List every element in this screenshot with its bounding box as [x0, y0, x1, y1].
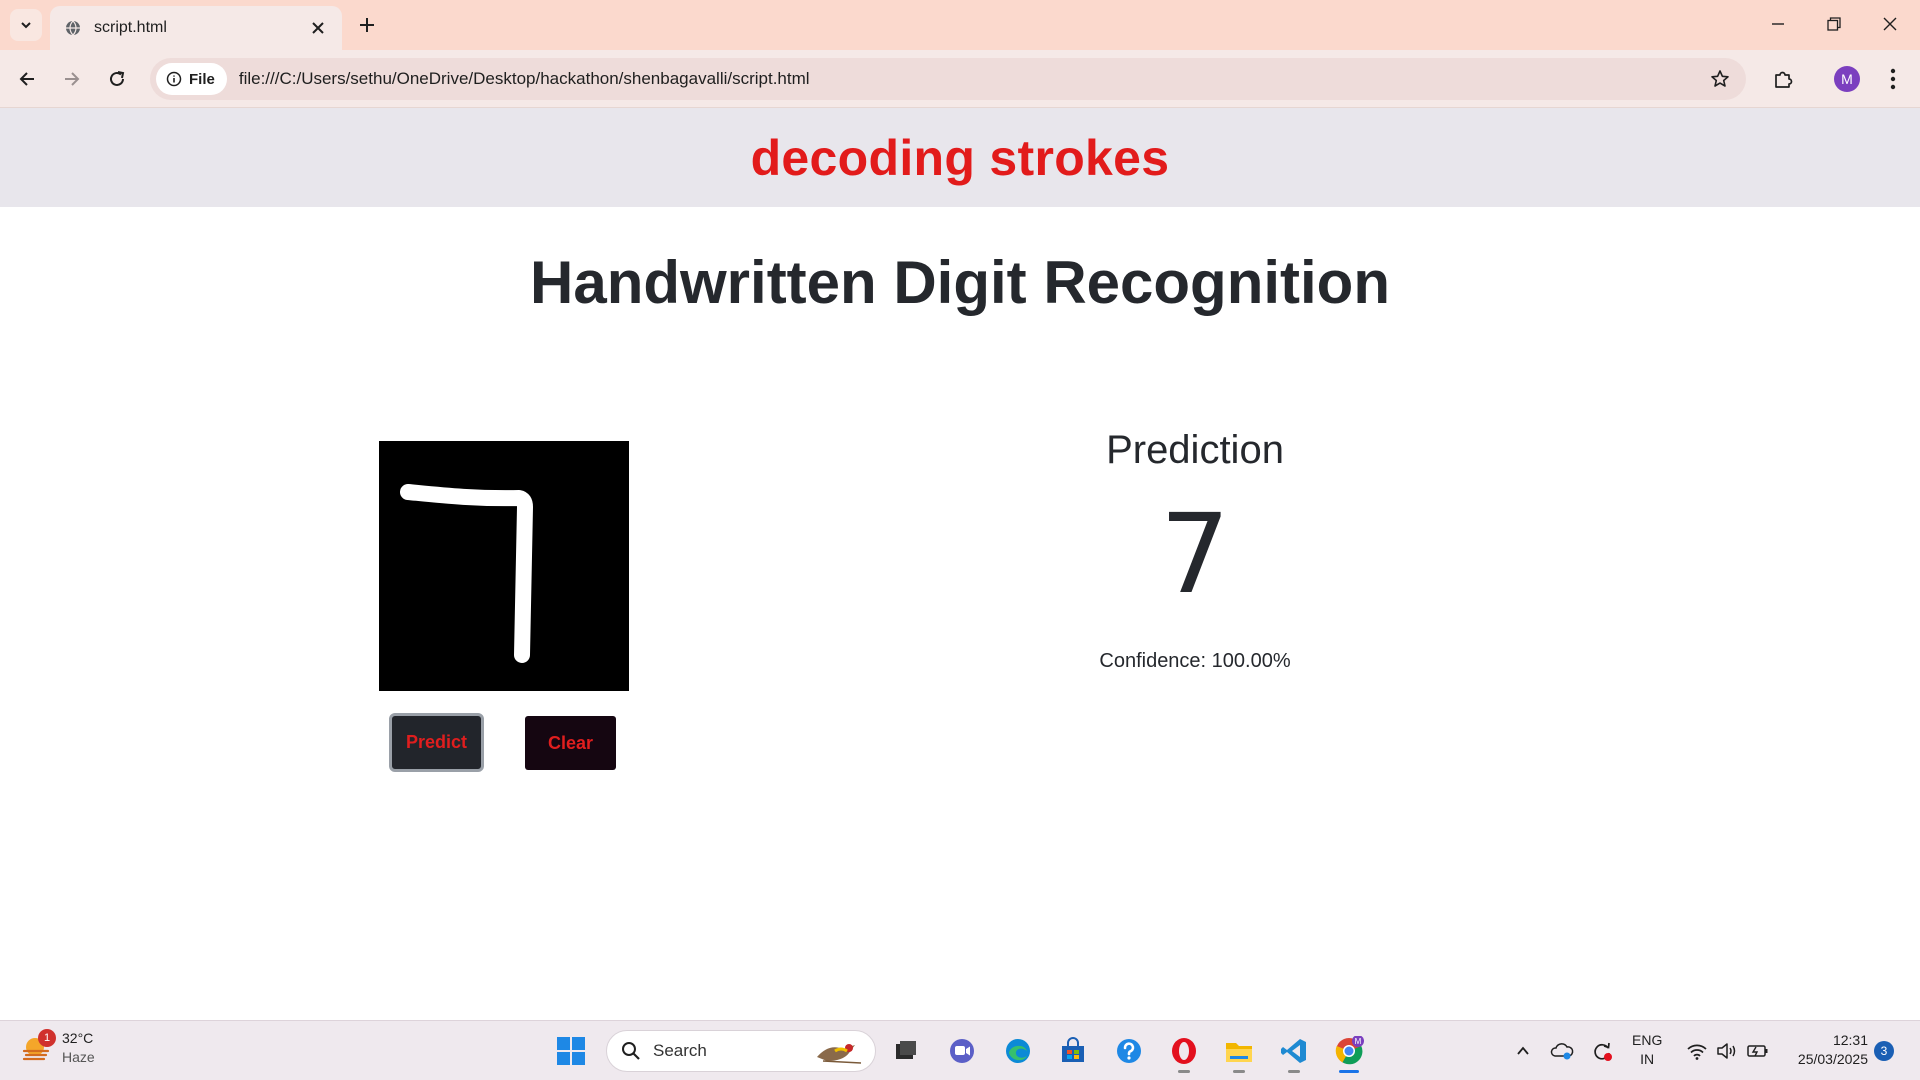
minimize-button[interactable] — [1750, 0, 1806, 48]
arrow-left-icon — [19, 72, 34, 86]
extensions-button[interactable] — [1766, 62, 1800, 96]
close-tab-icon[interactable] — [308, 18, 328, 38]
clock-date: 25/03/2025 — [1797, 1051, 1868, 1067]
kebab-menu-icon — [1890, 68, 1896, 90]
bird-illustration-icon — [813, 1037, 865, 1067]
volume-icon[interactable] — [1714, 1031, 1740, 1071]
reload-button[interactable] — [100, 62, 134, 96]
store-icon[interactable] — [1053, 1031, 1093, 1071]
page-header: decoding strokes — [0, 108, 1920, 207]
reload-icon — [110, 71, 125, 86]
teams-icon[interactable] — [942, 1031, 982, 1071]
minimize-icon — [1772, 23, 1784, 25]
back-button[interactable] — [10, 62, 44, 96]
plus-icon — [360, 18, 374, 32]
drawing-canvas[interactable] — [379, 441, 629, 691]
chevron-down-icon — [21, 22, 31, 29]
brand-title: decoding strokes — [750, 129, 1170, 186]
site-scheme-label: File — [189, 70, 215, 88]
weather-widget[interactable]: 1 32°C Haze — [22, 1029, 95, 1067]
browser-menu-button[interactable] — [1880, 62, 1906, 96]
running-indicator — [1178, 1070, 1190, 1073]
confidence-text: Confidence: 100.00% — [1099, 650, 1291, 672]
clear-button[interactable]: Clear — [525, 716, 616, 770]
clock-time: 12:31 — [1832, 1032, 1868, 1048]
onedrive-sync-icon[interactable] — [1548, 1031, 1576, 1071]
start-button[interactable] — [556, 1036, 586, 1066]
edge-icon[interactable] — [998, 1031, 1038, 1071]
task-view-icon[interactable] — [886, 1031, 926, 1071]
digit-seven-stroke — [400, 484, 533, 663]
vscode-icon[interactable] — [1274, 1031, 1314, 1073]
system-clock[interactable]: 12:31 25/03/2025 — [1784, 1031, 1868, 1069]
page-title: Handwritten Digit Recognition — [530, 249, 1390, 316]
windows-taskbar: 1 32°C Haze Search M ENG IN 12:31 25/03/… — [0, 1020, 1920, 1080]
restore-icon — [1827, 17, 1841, 31]
tab-search-button[interactable] — [10, 9, 42, 41]
running-indicator — [1233, 1070, 1245, 1073]
tab-strip: script.html — [0, 0, 1920, 50]
weather-condition: Haze — [62, 1049, 95, 1065]
haze-weather-icon: 1 — [22, 1029, 56, 1063]
taskbar-search-placeholder: Search — [653, 1041, 707, 1060]
search-icon — [622, 1042, 640, 1060]
active-app-indicator — [1339, 1070, 1359, 1073]
taskbar-search-box[interactable]: Search — [606, 1030, 876, 1072]
chrome-icon[interactable]: M — [1329, 1031, 1369, 1073]
bookmark-star-icon[interactable] — [1708, 67, 1732, 91]
url-text[interactable]: file:///C:/Users/sethu/OneDrive/Desktop/… — [239, 69, 810, 89]
wifi-icon[interactable] — [1684, 1031, 1710, 1071]
restore-button[interactable] — [1806, 0, 1862, 48]
running-indicator — [1288, 1070, 1300, 1073]
arrow-right-icon — [65, 72, 80, 86]
close-icon — [1883, 17, 1897, 31]
predicted-digit: 7 — [1160, 490, 1230, 618]
tab-title: script.html — [94, 19, 167, 36]
site-info-chip[interactable]: File — [156, 63, 227, 95]
prediction-heading: Prediction — [1106, 428, 1284, 472]
weather-temperature: 32°C — [62, 1030, 94, 1046]
svg-text:M: M — [1355, 1037, 1362, 1046]
notification-count-badge[interactable]: 3 — [1874, 1041, 1894, 1061]
info-icon — [166, 71, 182, 87]
show-hidden-icons-button[interactable] — [1510, 1031, 1536, 1071]
opera-icon[interactable] — [1164, 1031, 1204, 1073]
new-tab-button[interactable] — [352, 10, 382, 40]
sync-status-icon[interactable] — [1588, 1031, 1616, 1071]
language-region: IN — [1640, 1051, 1655, 1067]
close-window-button[interactable] — [1862, 0, 1918, 48]
profile-avatar[interactable]: M — [1834, 66, 1860, 92]
language-code: ENG — [1632, 1032, 1663, 1048]
input-language-indicator[interactable]: ENG IN — [1632, 1031, 1662, 1069]
weather-alert-badge: 1 — [38, 1029, 56, 1047]
predict-button[interactable]: Predict — [389, 713, 484, 772]
puzzle-icon — [1775, 71, 1793, 88]
browser-toolbar: File file:///C:/Users/sethu/OneDrive/Des… — [0, 50, 1920, 108]
browser-tab[interactable]: script.html — [50, 6, 342, 50]
battery-icon[interactable] — [1744, 1031, 1772, 1071]
forward-button[interactable] — [55, 62, 89, 96]
chevron-up-icon — [1517, 1046, 1529, 1055]
help-icon[interactable] — [1109, 1031, 1149, 1071]
windows-logo-icon — [557, 1037, 585, 1065]
globe-icon — [64, 19, 82, 37]
file-explorer-icon[interactable] — [1219, 1031, 1259, 1073]
address-bar[interactable]: File file:///C:/Users/sethu/OneDrive/Des… — [150, 58, 1746, 100]
